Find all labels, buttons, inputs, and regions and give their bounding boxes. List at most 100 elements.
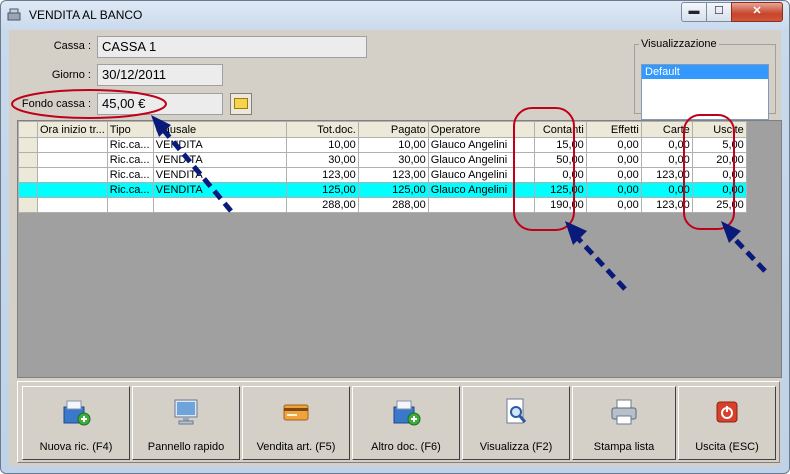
col-header-tipo[interactable]: Tipo [106, 121, 154, 138]
cell-carte: 0,00 [640, 152, 693, 168]
cassa-label: Cassa : [53, 40, 91, 52]
total-pagato: 288,00 [357, 197, 429, 213]
visualizzazione-list[interactable]: Default [641, 64, 769, 120]
giorno-field[interactable]: 30/12/2011 [97, 64, 223, 86]
cell-contanti: 125,00 [533, 182, 587, 198]
cell-carte: 0,00 [640, 137, 693, 153]
total-carte: 123,00 [640, 197, 693, 213]
cell-uscite: 0,00 [691, 167, 747, 183]
close-button[interactable]: ✕ [731, 2, 783, 22]
cell-tipo: Ric.ca... [106, 152, 154, 168]
row-indicator[interactable] [18, 167, 38, 183]
col-header-ora[interactable]: Ora inizio tr... [37, 121, 108, 138]
cell-tipo [106, 197, 154, 213]
fondo-cassa-label: Fondo cassa : [21, 98, 91, 110]
open-folder-button[interactable] [230, 93, 252, 115]
table-row[interactable]: Ric.ca... VENDITA 30,00 30,00 Glauco Ang… [18, 152, 747, 168]
power-icon [716, 401, 738, 423]
row-indicator[interactable] [18, 182, 38, 198]
cell-causale: VENDITA [152, 167, 287, 183]
cell-tot-doc: 10,00 [285, 137, 359, 153]
vendita-art-label: Vendita art. (F5) [256, 441, 336, 453]
visualizzazione-legend: Visualizzazione [641, 38, 717, 50]
nuova-ric-button[interactable]: Nuova ric. (F4) [22, 386, 130, 460]
title-bar[interactable]: VENDITA AL BANCO ▬ ☐ ✕ [1, 1, 789, 29]
cell-tot-doc: 123,00 [285, 167, 359, 183]
cell-tipo: Ric.ca... [106, 137, 154, 153]
cell-contanti: 50,00 [533, 152, 587, 168]
cell-tot-doc: 30,00 [285, 152, 359, 168]
table-row-selected[interactable]: Ric.ca... VENDITA 125,00 125,00 Glauco A… [18, 182, 747, 198]
uscita-button[interactable]: Uscita (ESC) [678, 386, 776, 460]
table-row[interactable]: Ric.ca... VENDITA 10,00 10,00 Glauco Ang… [18, 137, 747, 153]
row-indicator[interactable] [18, 152, 38, 168]
transactions-grid[interactable]: Ora inizio tr... Tipo Causale Tot.doc. P… [17, 120, 782, 378]
total-tot-doc: 288,00 [285, 197, 359, 213]
nuova-ric-label: Nuova ric. (F4) [39, 441, 113, 453]
folder-icon [234, 98, 248, 109]
maximize-button[interactable]: ☐ [706, 2, 732, 22]
total-uscite: 25,00 [691, 197, 747, 213]
row-indicator[interactable] [18, 137, 38, 153]
cell-uscite: 20,00 [691, 152, 747, 168]
total-contanti: 190,00 [533, 197, 587, 213]
row-indicator [18, 197, 38, 213]
cell-operatore: Glauco Angelini [427, 182, 535, 198]
table-row[interactable]: Ric.ca... VENDITA 123,00 123,00 Glauco A… [18, 167, 747, 183]
monitor-icon [174, 399, 198, 425]
cell-effetti: 0,00 [585, 152, 642, 168]
cell-effetti: 0,00 [585, 182, 642, 198]
col-header-operatore[interactable]: Operatore [427, 121, 535, 138]
cell-contanti: 15,00 [533, 137, 587, 153]
cell-effetti: 0,00 [585, 137, 642, 153]
row-indicator-header [18, 121, 38, 138]
cell-contanti: 0,00 [533, 167, 587, 183]
altro-doc-button[interactable]: Altro doc. (F6) [352, 386, 460, 460]
col-header-uscite[interactable]: Uscite [691, 121, 747, 138]
col-header-causale[interactable]: Causale [152, 121, 287, 138]
cell-ora [37, 167, 108, 183]
totals-row: 288,00 288,00 190,00 0,00 123,00 25,00 [18, 197, 747, 213]
cell-causale [152, 197, 287, 213]
cash-register-icon [7, 8, 21, 21]
pannello-rapido-button[interactable]: Pannello rapido [132, 386, 240, 460]
cell-uscite: 5,00 [691, 137, 747, 153]
cell-uscite: 0,00 [691, 182, 747, 198]
minimize-button[interactable]: ▬ [681, 2, 707, 22]
cell-operatore [427, 197, 535, 213]
credit-card-icon [283, 404, 309, 421]
visualizza-button[interactable]: Visualizza (F2) [462, 386, 570, 460]
cell-carte: 123,00 [640, 167, 693, 183]
cell-tot-doc: 125,00 [285, 182, 359, 198]
pannello-rapido-label: Pannello rapido [147, 441, 225, 453]
col-header-contanti[interactable]: Contanti [533, 121, 587, 138]
uscita-label: Uscita (ESC) [695, 441, 759, 453]
cell-operatore: Glauco Angelini [427, 152, 535, 168]
viz-item-default[interactable]: Default [642, 65, 768, 79]
cell-ora [37, 137, 108, 153]
vendita-art-button[interactable]: Vendita art. (F5) [242, 386, 350, 460]
stampa-lista-label: Stampa lista [593, 441, 655, 453]
cell-causale: VENDITA [152, 182, 287, 198]
col-header-effetti[interactable]: Effetti [585, 121, 642, 138]
cell-tipo: Ric.ca... [106, 167, 154, 183]
cell-operatore: Glauco Angelini [427, 137, 535, 153]
giorno-label: Giorno : [51, 69, 91, 81]
col-header-carte[interactable]: Carte [640, 121, 693, 138]
transactions-table: Ora inizio tr... Tipo Causale Tot.doc. P… [18, 121, 747, 213]
col-header-pagato[interactable]: Pagato [357, 121, 429, 138]
cell-tipo: Ric.ca... [106, 182, 154, 198]
magnifier-document-icon [506, 398, 527, 424]
cell-pagato: 123,00 [357, 167, 429, 183]
client-area: Cassa : CASSA 1 Giorno : 30/12/2011 Fond… [9, 30, 782, 466]
cell-causale: VENDITA [152, 137, 287, 153]
total-effetti: 0,00 [585, 197, 642, 213]
col-header-tot-doc[interactable]: Tot.doc. [285, 121, 359, 138]
cell-ora [37, 182, 108, 198]
action-toolbar: Nuova ric. (F4) Pannello rapido Vendita … [17, 381, 780, 463]
cell-pagato: 30,00 [357, 152, 429, 168]
stampa-lista-button[interactable]: Stampa lista [572, 386, 676, 460]
cassa-field[interactable]: CASSA 1 [97, 36, 367, 58]
fondo-cassa-field[interactable]: 45,00 € [97, 93, 223, 115]
visualizza-label: Visualizza (F2) [479, 441, 553, 453]
